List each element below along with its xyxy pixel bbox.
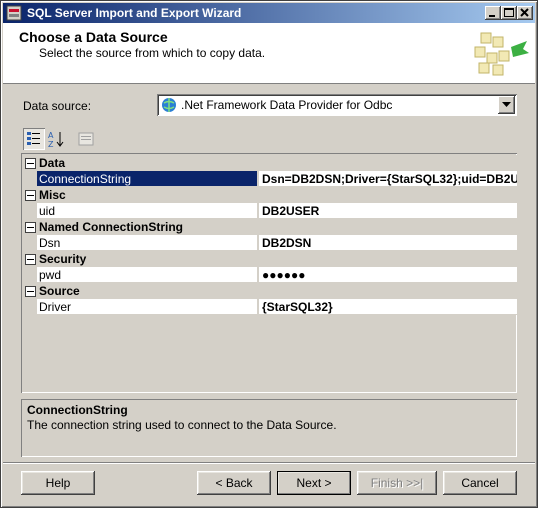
category-row[interactable]: Data: [23, 155, 517, 171]
property-name-cell[interactable]: uid: [37, 203, 257, 219]
page-subtitle: Select the source from which to copy dat…: [39, 46, 266, 60]
category-row[interactable]: Named ConnectionString: [23, 219, 517, 235]
category-name: Misc: [39, 188, 66, 202]
property-name-cell[interactable]: Dsn: [37, 235, 257, 251]
svg-text:A: A: [48, 131, 54, 140]
property-value: ●●●●●●: [262, 268, 306, 282]
property-value: DB2USER: [262, 204, 320, 218]
property-name-cell[interactable]: ConnectionString: [37, 171, 257, 187]
category-name: Named ConnectionString: [39, 220, 184, 234]
svg-text:Z: Z: [48, 140, 54, 149]
maximize-button[interactable]: [501, 6, 517, 20]
data-source-label-text: Data source:: [23, 99, 92, 113]
back-button[interactable]: < Back: [197, 471, 271, 495]
minimize-icon: [489, 15, 495, 17]
data-source-dropdown[interactable]: .Net Framework Data Provider for Odbc: [157, 94, 517, 116]
property-name-cell[interactable]: pwd: [37, 267, 257, 283]
finish-button[interactable]: Finish >>|: [357, 471, 437, 495]
category-row[interactable]: Misc: [23, 187, 517, 203]
data-source-value: .Net Framework Data Provider for Odbc: [181, 98, 393, 112]
property-description-panel: ConnectionString The connection string u…: [21, 399, 517, 457]
description-text: The connection string used to connect to…: [27, 418, 337, 432]
collapse-icon[interactable]: [25, 158, 36, 169]
property-grid-toolbar: A Z: [21, 128, 121, 152]
property-pages-button[interactable]: [75, 128, 97, 150]
collapse-icon[interactable]: [25, 222, 36, 233]
property-grid[interactable]: Data ConnectionString Dsn=DB2DSN;Driver=…: [21, 153, 517, 393]
property-name: pwd: [39, 268, 62, 282]
maximize-icon: [504, 8, 514, 17]
odbc-provider-icon: [162, 98, 176, 112]
wizard-header-art-icon: [474, 32, 529, 76]
data-source-label: Data source:: [23, 99, 91, 113]
minimize-button[interactable]: [485, 6, 501, 20]
property-row[interactable]: ConnectionString Dsn=DB2DSN;Driver={Star…: [23, 171, 517, 187]
property-row[interactable]: uid DB2USER: [23, 203, 517, 219]
sql-server-app-icon: [6, 5, 22, 21]
property-name: ConnectionString: [39, 172, 132, 186]
property-value-cell[interactable]: DB2USER: [258, 203, 517, 219]
property-value-cell[interactable]: DB2DSN: [258, 235, 517, 251]
title-bar[interactable]: SQL Server Import and Export Wizard: [3, 3, 535, 23]
close-button[interactable]: [517, 6, 533, 20]
property-name-cell[interactable]: Driver: [37, 299, 257, 315]
property-name: Dsn: [39, 236, 61, 250]
property-value: DB2DSN: [262, 236, 312, 250]
close-icon: [520, 8, 529, 17]
property-row[interactable]: pwd ●●●●●●: [23, 267, 517, 283]
category-name: Source: [39, 284, 80, 298]
wizard-window: SQL Server Import and Export Wizard Choo…: [0, 0, 538, 508]
categorized-icon: [27, 132, 40, 145]
property-value: Dsn=DB2DSN;Driver={StarSQL32};uid=DB2USE…: [262, 172, 517, 186]
button-separator: [3, 462, 535, 464]
category-name: Security: [39, 252, 87, 266]
category-row[interactable]: Security: [23, 251, 517, 267]
categorized-button[interactable]: [23, 128, 45, 150]
dropdown-arrow-icon: [502, 102, 511, 107]
property-value: {StarSQL32}: [262, 300, 333, 314]
cancel-button[interactable]: Cancel: [443, 471, 517, 495]
category-row[interactable]: Source: [23, 283, 517, 299]
alphabetical-icon: A Z: [48, 131, 64, 149]
alphabetical-button[interactable]: A Z: [45, 128, 67, 150]
category-name: Data: [39, 156, 66, 170]
property-value-cell[interactable]: ●●●●●●: [258, 267, 517, 283]
property-row[interactable]: Dsn DB2DSN: [23, 235, 517, 251]
help-button[interactable]: Help: [21, 471, 95, 495]
property-value-cell[interactable]: {StarSQL32}: [258, 299, 517, 315]
collapse-icon[interactable]: [25, 190, 36, 201]
data-source-dropdown-button[interactable]: [498, 96, 515, 114]
page-title: Choose a Data Source: [19, 29, 168, 45]
next-button[interactable]: Next >: [277, 471, 351, 495]
collapse-icon[interactable]: [25, 254, 36, 265]
property-value-cell[interactable]: Dsn=DB2DSN;Driver={StarSQL32};uid=DB2USE…: [258, 171, 517, 187]
property-row[interactable]: Driver {StarSQL32}: [23, 299, 517, 315]
wizard-header: Choose a Data Source Select the source f…: [3, 23, 535, 84]
window-title: SQL Server Import and Export Wizard: [27, 6, 242, 20]
collapse-icon[interactable]: [25, 286, 36, 297]
property-name: Driver: [39, 300, 71, 314]
property-pages-icon: [78, 132, 94, 146]
description-title: ConnectionString: [27, 403, 128, 417]
property-name: uid: [39, 204, 56, 218]
